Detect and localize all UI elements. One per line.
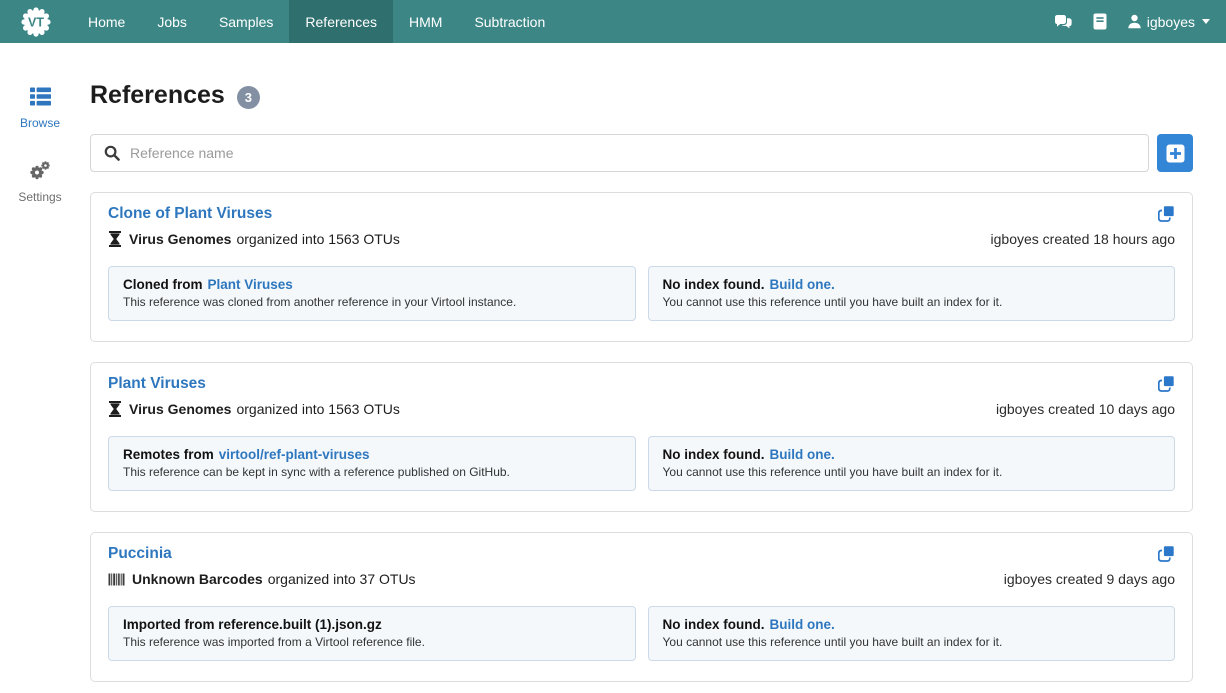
barcode-icon bbox=[108, 573, 125, 586]
index-description: You cannot use this reference until you … bbox=[663, 295, 1161, 309]
clone-reference-button[interactable] bbox=[1158, 545, 1175, 562]
username-label: igboyes bbox=[1147, 14, 1195, 30]
messages-button[interactable] bbox=[1054, 14, 1073, 30]
page: VT Home Jobs Samples References HMM Subt… bbox=[0, 0, 1226, 693]
index-info-box: No index found. Build one. You cannot use… bbox=[648, 436, 1176, 491]
gears-icon bbox=[29, 160, 51, 180]
reference-count-badge: 3 bbox=[237, 86, 260, 109]
origin-link[interactable]: virtool/ref-plant-viruses bbox=[219, 447, 370, 462]
origin-label: Imported from reference.built (1).json.g… bbox=[123, 617, 382, 632]
main-content: References 3 Clone of Pl bbox=[90, 43, 1193, 682]
toolbar bbox=[90, 134, 1193, 172]
origin-info-box: Cloned from Plant Viruses This reference … bbox=[108, 266, 636, 321]
origin-description: This reference was imported from a Virto… bbox=[123, 635, 621, 649]
documentation-button[interactable] bbox=[1093, 13, 1107, 30]
origin-description: This reference can be kept in sync with … bbox=[123, 465, 621, 479]
index-status-label: No index found. bbox=[663, 617, 765, 632]
reference-data-type: Virus Genomes organized into 1563 OTUs bbox=[108, 231, 400, 247]
clone-reference-button[interactable] bbox=[1158, 375, 1175, 392]
dna-icon bbox=[108, 401, 122, 417]
sidebar-item-settings[interactable]: Settings bbox=[0, 160, 80, 204]
nav-item-samples[interactable]: Samples bbox=[203, 0, 289, 43]
sidebar-settings-label: Settings bbox=[0, 190, 80, 204]
origin-description: This reference was cloned from another r… bbox=[123, 295, 621, 309]
nav-item-jobs[interactable]: Jobs bbox=[141, 0, 203, 43]
search-box bbox=[90, 134, 1149, 172]
reference-data-type: Unknown Barcodes organized into 37 OTUs bbox=[108, 571, 416, 587]
clone-reference-button[interactable] bbox=[1158, 205, 1175, 222]
created-timestamp: igboyes created 10 days ago bbox=[996, 401, 1175, 417]
page-title: References bbox=[90, 81, 225, 110]
book-icon bbox=[1093, 13, 1107, 30]
reference-card: Puccinia bbox=[90, 532, 1193, 682]
user-icon bbox=[1127, 14, 1142, 29]
sidebar-browse-label: Browse bbox=[0, 116, 80, 130]
origin-link[interactable]: Plant Viruses bbox=[208, 277, 293, 292]
reference-card: Clone of Plant Viruses bbox=[90, 192, 1193, 342]
build-index-link[interactable]: Build one. bbox=[770, 617, 835, 632]
index-status-label: No index found. bbox=[663, 277, 765, 292]
search-input[interactable] bbox=[130, 145, 1135, 161]
reference-title-link[interactable]: Puccinia bbox=[108, 545, 172, 563]
sidebar-item-browse[interactable]: Browse bbox=[0, 87, 80, 130]
clone-icon bbox=[1158, 375, 1175, 392]
nav-item-home[interactable]: Home bbox=[72, 0, 141, 43]
build-index-link[interactable]: Build one. bbox=[770, 277, 835, 292]
reference-data-type: Virus Genomes organized into 1563 OTUs bbox=[108, 401, 400, 417]
nav-links: Home Jobs Samples References HMM Subtrac… bbox=[72, 0, 561, 43]
sidebar: Browse Settings bbox=[0, 43, 80, 234]
clone-icon bbox=[1158, 545, 1175, 562]
index-status-label: No index found. bbox=[663, 447, 765, 462]
reference-card: Plant Viruses bbox=[90, 362, 1193, 512]
page-header: References 3 bbox=[90, 81, 1193, 110]
index-description: You cannot use this reference until you … bbox=[663, 465, 1161, 479]
created-timestamp: igboyes created 9 days ago bbox=[1004, 571, 1175, 587]
list-browse-icon bbox=[30, 87, 51, 106]
origin-label: Cloned from bbox=[123, 277, 203, 292]
virtool-logo[interactable]: VT bbox=[0, 0, 72, 43]
add-reference-button[interactable] bbox=[1157, 134, 1193, 172]
nav-right: igboyes bbox=[1054, 0, 1226, 43]
search-icon bbox=[104, 145, 120, 161]
dna-icon bbox=[108, 231, 122, 247]
index-info-box: No index found. Build one. You cannot use… bbox=[648, 606, 1176, 661]
clone-icon bbox=[1158, 205, 1175, 222]
gear-logo-icon: VT bbox=[16, 2, 56, 42]
index-description: You cannot use this reference until you … bbox=[663, 635, 1161, 649]
nav-item-hmm[interactable]: HMM bbox=[393, 0, 458, 43]
origin-label: Remotes from bbox=[123, 447, 214, 462]
origin-info-box: Imported from reference.built (1).json.g… bbox=[108, 606, 636, 661]
svg-text:VT: VT bbox=[28, 15, 44, 29]
user-menu[interactable]: igboyes bbox=[1127, 14, 1210, 30]
created-timestamp: igboyes created 18 hours ago bbox=[991, 231, 1175, 247]
comments-icon bbox=[1054, 14, 1073, 30]
build-index-link[interactable]: Build one. bbox=[770, 447, 835, 462]
nav-item-references[interactable]: References bbox=[289, 0, 393, 43]
reference-title-link[interactable]: Plant Viruses bbox=[108, 375, 206, 393]
plus-square-icon bbox=[1166, 144, 1185, 163]
reference-title-link[interactable]: Clone of Plant Viruses bbox=[108, 205, 272, 223]
index-info-box: No index found. Build one. You cannot use… bbox=[648, 266, 1176, 321]
top-navbar: VT Home Jobs Samples References HMM Subt… bbox=[0, 0, 1226, 43]
chevron-down-icon bbox=[1202, 19, 1210, 24]
nav-item-subtraction[interactable]: Subtraction bbox=[458, 0, 561, 43]
origin-info-box: Remotes from virtool/ref-plant-viruses Th… bbox=[108, 436, 636, 491]
